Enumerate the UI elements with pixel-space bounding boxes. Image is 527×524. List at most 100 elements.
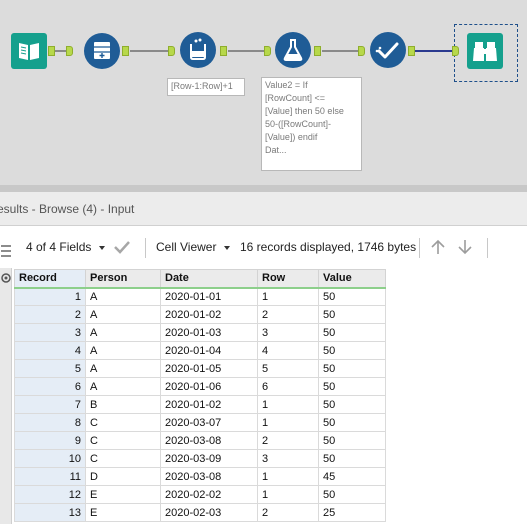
cell-value[interactable]: 50 <box>318 305 386 324</box>
cell-row[interactable]: 1 <box>257 485 319 504</box>
input-anchor[interactable] <box>358 46 365 56</box>
apply-fields-button[interactable] <box>113 240 131 256</box>
cell-value[interactable]: 45 <box>318 467 386 486</box>
cell-person[interactable]: D <box>85 467 161 486</box>
results-grid[interactable]: Record Person Date Row Value 1 A 2020-01-0… <box>14 269 386 522</box>
cell-person[interactable]: A <box>85 377 161 396</box>
column-header-person[interactable]: Person <box>85 269 161 289</box>
fields-dropdown[interactable]: 4 of 4 Fields <box>26 226 106 268</box>
cell-value[interactable]: 50 <box>318 287 386 306</box>
cell-person[interactable]: A <box>85 323 161 342</box>
cell-row[interactable]: 2 <box>257 431 319 450</box>
output-anchor[interactable] <box>408 46 415 56</box>
cell-person[interactable]: E <box>85 485 161 504</box>
table-row[interactable]: 7 B 2020-01-02 1 50 <box>14 395 386 414</box>
table-row[interactable]: 13 E 2020-02-03 2 25 <box>14 503 386 522</box>
cell-date[interactable]: 2020-03-08 <box>160 467 258 486</box>
cell-person[interactable]: A <box>85 305 161 324</box>
cell-row[interactable]: 1 <box>257 287 319 306</box>
input-data-tool[interactable] <box>11 33 47 69</box>
cell-record[interactable]: 4 <box>14 341 86 360</box>
select-tool[interactable] <box>370 32 406 68</box>
cell-date[interactable]: 2020-01-02 <box>160 395 258 414</box>
cell-person[interactable]: C <box>85 413 161 432</box>
cell-person[interactable]: A <box>85 341 161 360</box>
grid-view-icon[interactable] <box>0 242 12 270</box>
output-anchor[interactable] <box>48 46 55 56</box>
column-header-record[interactable]: Record <box>14 269 86 289</box>
cell-record[interactable]: 1 <box>14 287 86 306</box>
table-row[interactable]: 10 C 2020-03-09 3 50 <box>14 449 386 468</box>
cell-row[interactable]: 1 <box>257 467 319 486</box>
cell-date[interactable]: 2020-01-05 <box>160 359 258 378</box>
formula-tool[interactable] <box>275 32 311 68</box>
cell-record[interactable]: 2 <box>14 305 86 324</box>
output-anchor[interactable] <box>314 46 321 56</box>
cell-person[interactable]: C <box>85 431 161 450</box>
cell-record[interactable]: 13 <box>14 503 86 522</box>
cell-value[interactable]: 50 <box>318 413 386 432</box>
table-row[interactable]: 3 A 2020-01-03 3 50 <box>14 323 386 342</box>
table-row[interactable]: 6 A 2020-01-06 6 50 <box>14 377 386 396</box>
cell-row[interactable]: 4 <box>257 341 319 360</box>
table-row[interactable]: 2 A 2020-01-02 2 50 <box>14 305 386 324</box>
input-anchor[interactable] <box>452 46 459 56</box>
table-row[interactable]: 5 A 2020-01-05 5 50 <box>14 359 386 378</box>
cell-record[interactable]: 6 <box>14 377 86 396</box>
cell-record[interactable]: 10 <box>14 449 86 468</box>
table-row[interactable]: 1 A 2020-01-01 1 50 <box>14 287 386 306</box>
cell-person[interactable]: A <box>85 287 161 306</box>
cell-record[interactable]: 7 <box>14 395 86 414</box>
browse-tool[interactable] <box>467 33 503 69</box>
cell-record[interactable]: 5 <box>14 359 86 378</box>
table-row[interactable]: 9 C 2020-03-08 2 50 <box>14 431 386 450</box>
cell-person[interactable]: E <box>85 503 161 522</box>
cell-record[interactable]: 8 <box>14 413 86 432</box>
cell-viewer-dropdown[interactable]: Cell Viewer <box>156 226 231 268</box>
input-anchor[interactable] <box>66 46 73 56</box>
cell-row[interactable]: 1 <box>257 413 319 432</box>
cell-value[interactable]: 50 <box>318 485 386 504</box>
cell-date[interactable]: 2020-03-09 <box>160 449 258 468</box>
cell-date[interactable]: 2020-01-06 <box>160 377 258 396</box>
scroll-up-button[interactable] <box>430 239 446 255</box>
workflow-canvas[interactable]: [Row-1:Row]+1 Value2 = If [RowCount] <= … <box>0 0 527 185</box>
cell-row[interactable]: 1 <box>257 395 319 414</box>
table-row[interactable]: 12 E 2020-02-02 1 50 <box>14 485 386 504</box>
settings-icon[interactable] <box>0 271 12 285</box>
cell-value[interactable]: 50 <box>318 395 386 414</box>
cell-row[interactable]: 6 <box>257 377 319 396</box>
cell-value[interactable]: 50 <box>318 449 386 468</box>
cell-person[interactable]: C <box>85 449 161 468</box>
cell-row[interactable]: 5 <box>257 359 319 378</box>
table-row[interactable]: 11 D 2020-03-08 1 45 <box>14 467 386 486</box>
cell-value[interactable]: 50 <box>318 431 386 450</box>
column-header-row[interactable]: Row <box>257 269 319 289</box>
cell-row[interactable]: 3 <box>257 323 319 342</box>
cell-date[interactable]: 2020-03-07 <box>160 413 258 432</box>
table-row[interactable]: 8 C 2020-03-07 1 50 <box>14 413 386 432</box>
cell-record[interactable]: 9 <box>14 431 86 450</box>
column-header-value[interactable]: Value <box>318 269 386 289</box>
cell-date[interactable]: 2020-01-01 <box>160 287 258 306</box>
output-anchor[interactable] <box>220 46 227 56</box>
cell-value[interactable]: 50 <box>318 359 386 378</box>
cell-record[interactable]: 11 <box>14 467 86 486</box>
cell-row[interactable]: 3 <box>257 449 319 468</box>
cell-row[interactable]: 2 <box>257 503 319 522</box>
cell-person[interactable]: B <box>85 395 161 414</box>
scroll-down-button[interactable] <box>457 239 473 255</box>
pane-splitter[interactable] <box>0 185 527 192</box>
cell-record[interactable]: 12 <box>14 485 86 504</box>
multi-row-formula-tool[interactable] <box>180 32 216 68</box>
cell-date[interactable]: 2020-02-03 <box>160 503 258 522</box>
cell-row[interactable]: 2 <box>257 305 319 324</box>
cell-person[interactable]: A <box>85 359 161 378</box>
cell-date[interactable]: 2020-01-04 <box>160 341 258 360</box>
input-anchor[interactable] <box>168 46 175 56</box>
column-header-date[interactable]: Date <box>160 269 258 289</box>
cell-date[interactable]: 2020-01-03 <box>160 323 258 342</box>
cell-date[interactable]: 2020-03-08 <box>160 431 258 450</box>
record-id-tool[interactable] <box>84 33 120 69</box>
cell-value[interactable]: 50 <box>318 377 386 396</box>
